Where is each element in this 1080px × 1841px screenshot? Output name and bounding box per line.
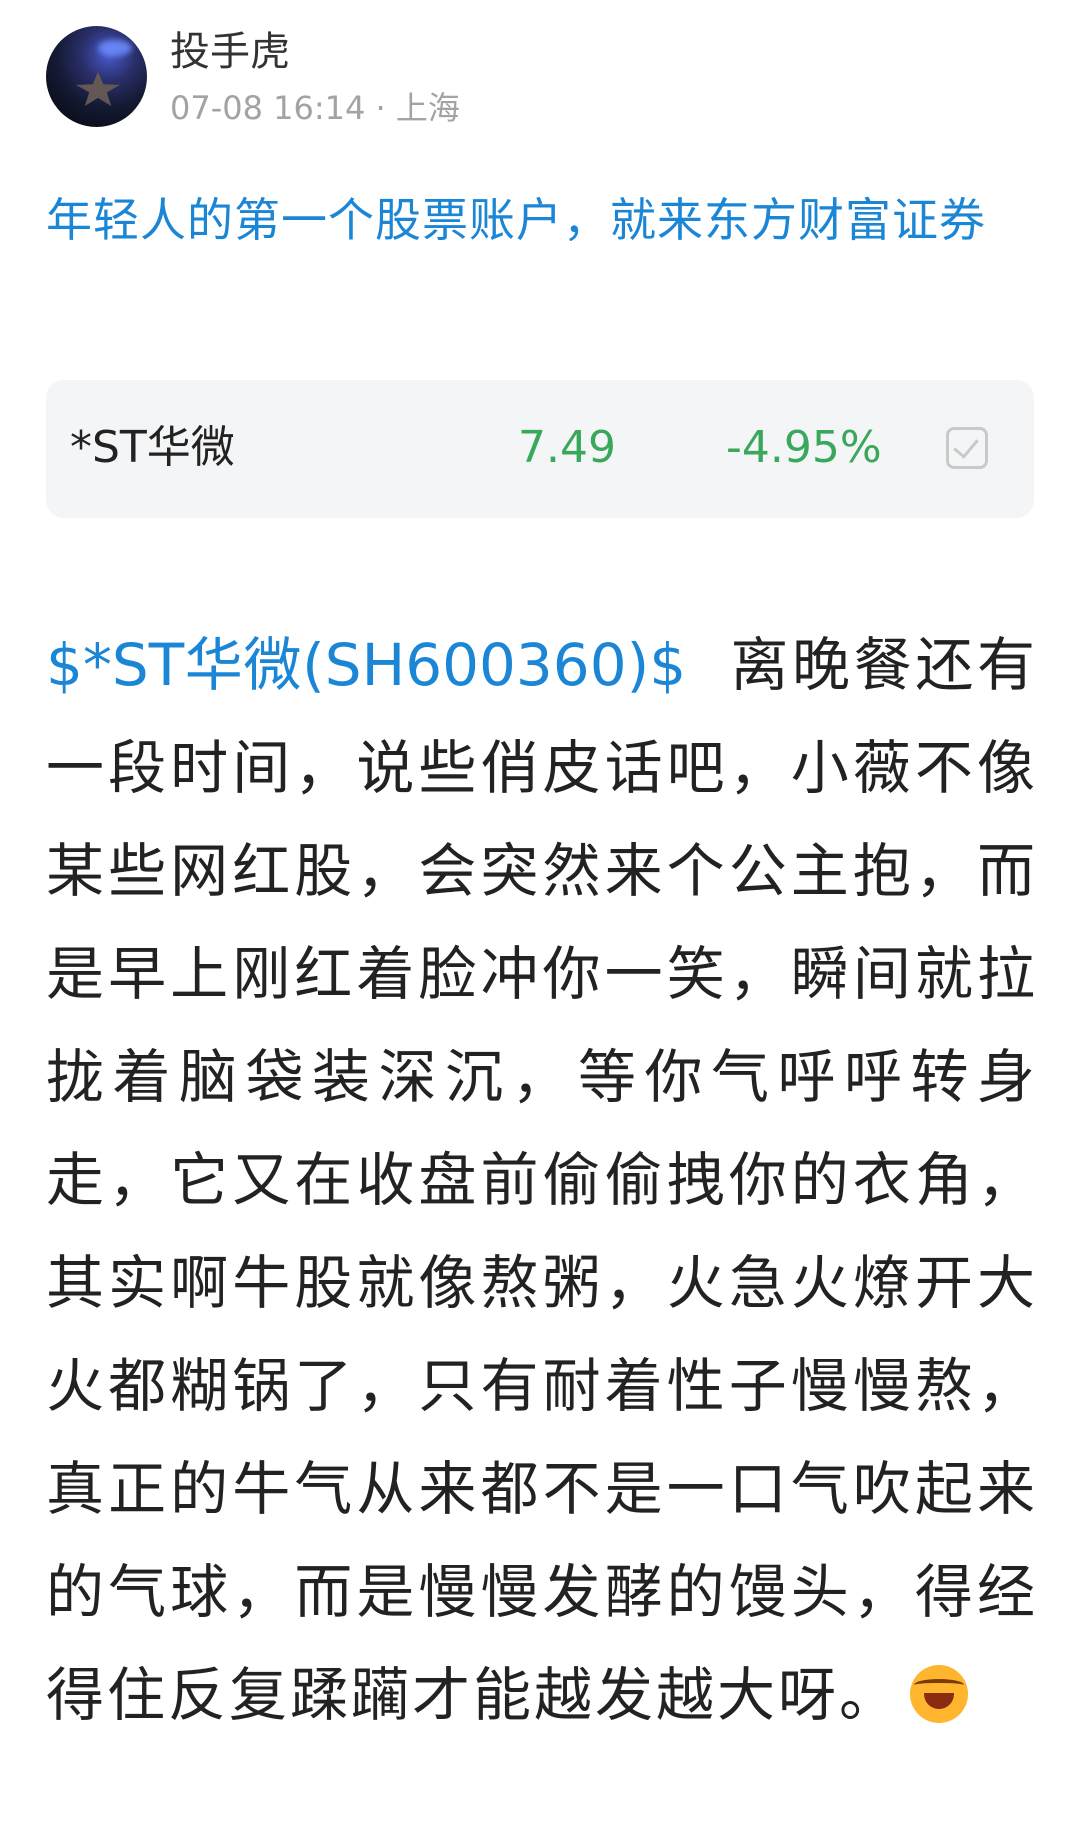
post-content: $*ST华微(SH600360)$ 离晚餐还有一段时间，说些俏皮话吧，小薇不像某… xyxy=(46,614,1038,1747)
avatar[interactable] xyxy=(46,26,147,127)
stock-tag-link[interactable]: $*ST华微(SH600360)$ xyxy=(46,631,686,699)
author-name[interactable]: 投手虎 xyxy=(170,26,290,78)
post-header: 投手虎 07-08 16:14 · 上海 xyxy=(46,26,1036,130)
post-meta: 07-08 16:14 · 上海 xyxy=(170,89,460,127)
stock-card[interactable]: *ST华微 7.49 -4.95% xyxy=(46,380,1034,518)
avatar-glow xyxy=(98,40,132,56)
laughing-crying-emoji-icon xyxy=(910,1665,969,1723)
stock-change: -4.95% xyxy=(726,422,882,473)
promo-link[interactable]: 年轻人的第一个股票账户，就来东方财富证券 xyxy=(46,182,1036,258)
avatar-starfish-shape xyxy=(76,72,120,106)
stock-price: 7.49 xyxy=(518,422,616,473)
stock-name: *ST华微 xyxy=(70,422,235,473)
post-body: 离晚餐还有一段时间，说些俏皮话吧，小薇不像某些网红股，会突然来个公主抱，而是早上… xyxy=(46,631,1038,1729)
checkbox-icon[interactable] xyxy=(946,427,988,469)
